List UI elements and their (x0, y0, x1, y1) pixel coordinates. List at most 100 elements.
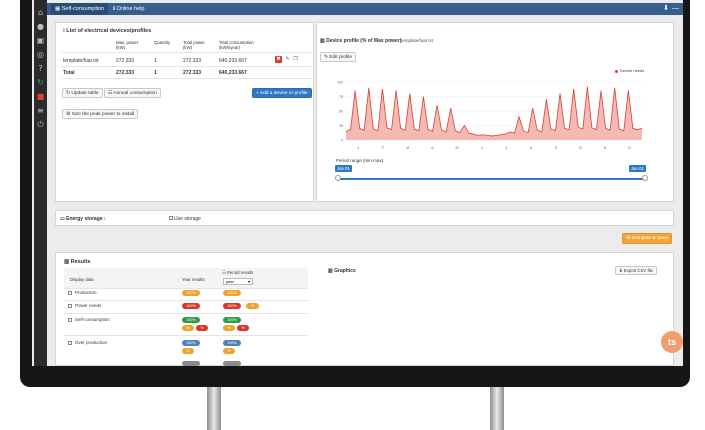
update-table-label: Update table (71, 91, 99, 96)
col-total-consumption: Total consumption (kWh/year) (219, 40, 254, 50)
power-needs-checkbox[interactable] (68, 304, 72, 308)
results-title-text: Results (70, 259, 91, 265)
cart-icon[interactable]: ▣ (36, 36, 45, 45)
period-pill: % (237, 325, 249, 331)
edit-profile-button[interactable]: ✎ Edit profile (320, 52, 357, 62)
results-title: ▥ Results (64, 259, 91, 265)
x-tick-label: F (382, 146, 385, 150)
year-pill: % (182, 325, 194, 331)
edit-profile-label: Edit profile (329, 55, 353, 60)
top-bar: ▦ Self-consumption ℹ Online help ⬇ — (47, 3, 683, 15)
total-total-consumption: 640,233.667 (219, 70, 247, 76)
range-slider-handle-start[interactable] (335, 175, 341, 181)
period-select-value: year (226, 279, 234, 284)
total-max-power: 272.333 (116, 70, 135, 76)
result-label-self-consumption: Self-consumption (75, 317, 110, 322)
col-total-power: Total power (kW) (183, 40, 205, 50)
chevron-down-icon: ▾ (247, 279, 250, 284)
result-label-power-needs: Power needs (75, 303, 102, 308)
range-slider-handle-end[interactable] (642, 175, 648, 181)
update-table-button[interactable]: ↻ Update table (62, 88, 103, 98)
storage-panel (55, 210, 674, 226)
production-checkbox[interactable] (68, 291, 72, 295)
result-label-over-production: Over production (75, 340, 108, 345)
self-consumption-checkbox[interactable] (68, 318, 72, 322)
x-tick-label: M (406, 146, 409, 150)
year-pill: 100% (182, 340, 200, 346)
refresh-icon[interactable]: ↻ (36, 78, 45, 87)
y-tick-label: 0 (341, 139, 343, 143)
sidebar: ⌂ ● ▣ ◎ ? ↻ ■ ≡ ⏻ (34, 0, 47, 366)
x-tick-label: J (357, 146, 359, 150)
table-divider (64, 300, 308, 301)
total-total-power: 272.333 (183, 70, 202, 76)
download-icon[interactable]: ⬇ (663, 3, 669, 15)
period-select[interactable]: year ▾ (223, 278, 253, 285)
size-peak-power-button[interactable]: ⚙ Size the peak power to install (62, 109, 139, 119)
use-storage-checkbox[interactable] (169, 216, 173, 220)
tab-label: Self-consumption (61, 6, 105, 12)
x-tick-label: J (481, 146, 483, 150)
year-pill: % (196, 325, 208, 331)
home-icon[interactable]: ⌂ (36, 8, 45, 17)
graphics-title-text: Graphics (334, 268, 356, 274)
selfconsumption-icon[interactable]: ■ (36, 92, 45, 101)
period-range-label: Period range (min-max) (336, 158, 384, 163)
globe-icon[interactable]: ◎ (36, 50, 45, 59)
year-pill: 100% (182, 317, 200, 323)
x-tick-label: O (579, 146, 582, 150)
range-start-badge: Jan 01 (335, 165, 352, 172)
compute-save-button[interactable]: ⚙ Compute & Save (622, 233, 672, 244)
add-device-button[interactable]: + Add a device or profile (252, 88, 312, 98)
col-max-power-unit: (kW) (116, 45, 126, 50)
devices-panel-title: ⁝ List of electrical devices/profiles (63, 28, 151, 34)
period-pill: % (223, 348, 235, 354)
period-pill: 100% (223, 340, 241, 346)
total-quantity: 1 (154, 70, 157, 76)
list-icon[interactable]: ≡ (36, 106, 45, 115)
col-total-power-unit: (kW) (183, 45, 193, 50)
edit-icon[interactable]: ✎ (284, 56, 291, 63)
monitor-stand-left (207, 386, 221, 430)
period-pill: % (246, 303, 259, 309)
x-tick-label: S (554, 146, 557, 150)
storage-title-text: Energy storage : (66, 216, 106, 222)
tab-self-consumption[interactable]: ▦ Self-consumption (51, 3, 109, 15)
y-tick-label: 75 (339, 95, 343, 99)
delete-icon[interactable]: ✖ (275, 56, 282, 63)
table-divider (64, 288, 308, 289)
export-csv-button[interactable]: ⬇ Export CSV file (615, 266, 657, 275)
devices-title-text: List of electrical devices/profiles (66, 28, 152, 34)
power-icon[interactable]: ⏻ (36, 120, 45, 129)
x-tick-label: A (530, 146, 533, 150)
device-total-consumption: 640,233.667 (219, 58, 247, 64)
legend-label: Device needs (620, 68, 645, 73)
use-storage-label: Use storage (174, 216, 201, 222)
period-pill: % (223, 325, 235, 331)
y-tick-label: 100 (337, 81, 343, 85)
y-tick-label: 25 (339, 124, 343, 128)
size-peak-power-label: Size the peak power to install (71, 112, 135, 117)
period-pill: 100% (223, 303, 241, 309)
x-tick-label: J (505, 146, 507, 150)
device-max-power: 272.333 (116, 58, 135, 64)
cropped-pill (223, 361, 241, 366)
range-slider-track[interactable] (338, 178, 646, 180)
help-icon[interactable]: ? (36, 64, 45, 73)
storage-title: ▭ Energy storage : (60, 216, 106, 222)
year-pill: 100% (182, 303, 200, 309)
x-tick-label: A (431, 146, 434, 150)
table-divider (61, 52, 311, 53)
user-icon[interactable]: ● (36, 22, 45, 31)
annual-consumption-button[interactable]: ☷ Annual consumption (104, 88, 161, 98)
x-tick-label: D (628, 146, 631, 150)
minimize-icon[interactable]: — (672, 3, 679, 15)
over-production-checkbox[interactable] (68, 341, 72, 345)
y-tick-label: 50 (339, 110, 343, 114)
device-quantity: 1 (154, 58, 157, 64)
copy-icon[interactable]: ❐ (292, 56, 299, 63)
export-csv-label: Export CSV file (623, 268, 653, 273)
tab-online-help[interactable]: ℹ Online help (109, 3, 148, 15)
profile-file: template/fuar.txt (401, 38, 434, 43)
device-total-power: 272.333 (183, 58, 202, 64)
